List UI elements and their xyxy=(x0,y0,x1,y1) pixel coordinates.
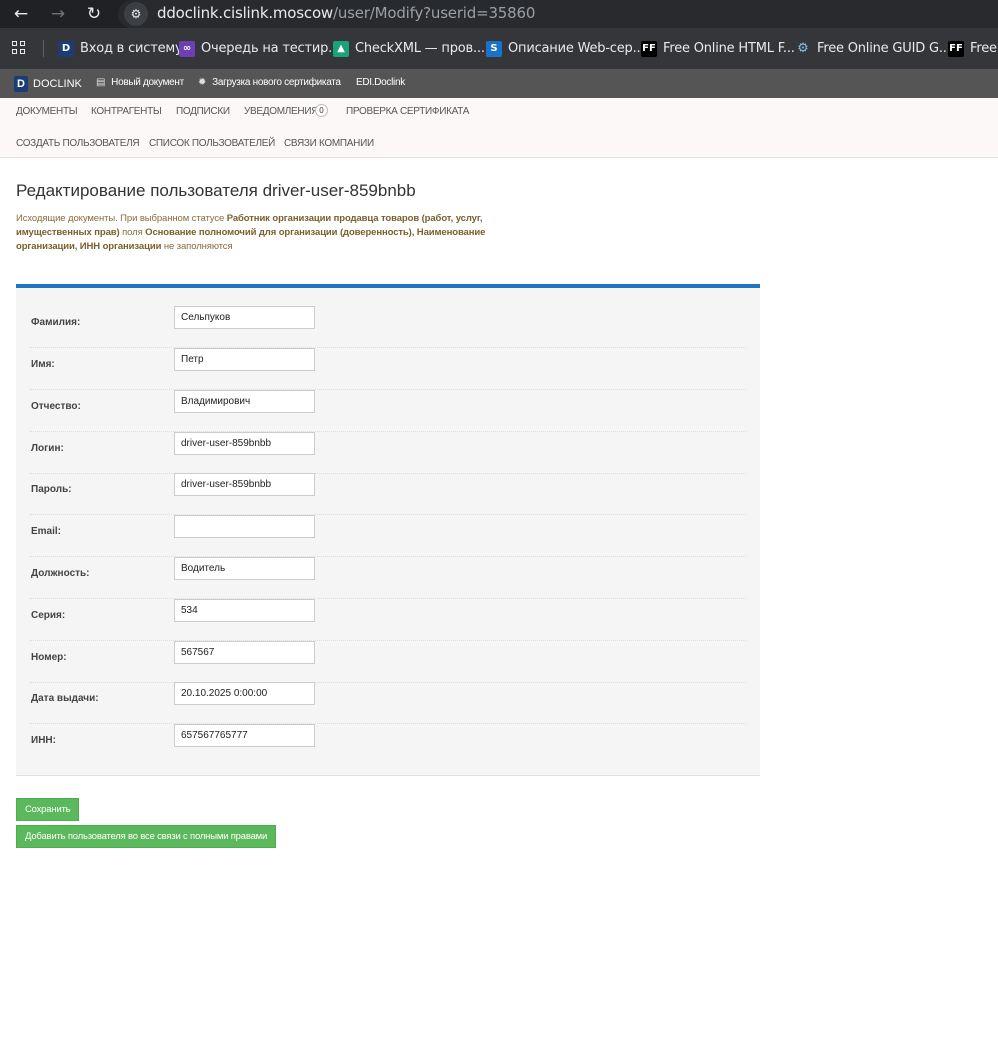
gear-icon: ⚙ xyxy=(797,41,809,56)
menu-item-documents[interactable]: ДОКУМЕНТЫ xyxy=(16,106,78,117)
bookmark-guid-generator[interactable]: ⚙ Free Online GUID G... xyxy=(795,38,951,59)
form-row-patronymic: Отчество: xyxy=(30,390,746,432)
edi-doclink-label: EDI.Doclink xyxy=(356,77,405,88)
firstname-label: Имя: xyxy=(31,359,55,370)
number-input[interactable] xyxy=(174,641,315,664)
patronymic-input[interactable] xyxy=(174,390,315,413)
form-row-lastname: Фамилия: xyxy=(30,306,746,348)
add-to-all-links-button[interactable]: Добавить пользователя во все связи с пол… xyxy=(16,825,277,848)
form-row-issue-date: Дата выдачи: xyxy=(30,682,746,724)
app-navbar: D DOCLINK ▤ Новый документ ✹ Загрузка но… xyxy=(0,69,998,98)
url-text[interactable]: ddoclink.cislink.moscow/user/Modify?user… xyxy=(157,4,535,22)
user-edit-form: Фамилия: Имя: Отчество: Логин: Пароль: E… xyxy=(16,284,760,776)
lastname-input[interactable] xyxy=(174,306,315,329)
save-button[interactable]: Сохранить xyxy=(16,798,80,821)
page-title: Редактирование пользователя driver-user-… xyxy=(16,181,416,200)
bookmark-login[interactable]: D Вход в систему xyxy=(58,38,183,59)
bookmark-html-formatter[interactable]: FF Free Online HTML F... xyxy=(641,38,795,59)
form-row-password: Пароль: xyxy=(30,473,746,515)
bookmark-label: Free Online HTML F... xyxy=(663,41,795,56)
form-row-email: Email: xyxy=(30,515,746,557)
notifications-count-badge: 0 xyxy=(315,104,328,117)
password-input[interactable] xyxy=(174,473,315,496)
doclink-logo-icon: D xyxy=(58,40,74,57)
freeformatter-icon: FF xyxy=(641,40,657,57)
number-label: Номер: xyxy=(31,652,67,663)
menu-item-notifications[interactable]: УВЕДОМЛЕНИЯ xyxy=(244,106,318,117)
series-label: Серия: xyxy=(31,610,66,621)
password-label: Пароль: xyxy=(31,484,72,495)
menu-item-create-user[interactable]: СОЗДАТЬ ПОЛЬЗОВАТЕЛЯ xyxy=(16,138,140,149)
bookmark-label: Вход в систему xyxy=(80,41,183,56)
forward-arrow-icon[interactable]: → xyxy=(47,3,69,25)
form-row-firstname: Имя: xyxy=(30,348,746,390)
lastname-label: Фамилия: xyxy=(31,317,81,328)
url-path: /user/Modify?userid=35860 xyxy=(333,4,536,22)
bookmarks-separator xyxy=(43,40,44,57)
visual-studio-icon: ∞ xyxy=(179,40,195,57)
bookmark-label: CheckXML — пров... xyxy=(355,41,485,56)
outgoing-documents-notice: Исходящие документы. При выбранном стату… xyxy=(16,212,486,254)
doclink-logo-icon: D xyxy=(14,76,28,92)
new-document-label: Новый документ xyxy=(111,77,184,88)
email-input[interactable] xyxy=(174,515,315,538)
bookmark-label: Описание Web-сер... xyxy=(508,41,645,56)
bookmark-label: Free Online GUID G... xyxy=(817,41,951,56)
sharepoint-icon: S xyxy=(486,40,502,57)
login-input[interactable] xyxy=(174,432,315,455)
bookmark-label: Очередь на тестир... xyxy=(201,41,340,56)
url-host: ddoclink.cislink.moscow xyxy=(157,4,333,22)
notice-text: не заполняются xyxy=(161,241,233,252)
upload-certificate-link[interactable]: ✹ Загрузка нового сертификата xyxy=(198,77,341,88)
patronymic-label: Отчество: xyxy=(31,401,81,412)
reload-icon[interactable]: ↻ xyxy=(83,3,105,25)
brand-name: DOCLINK xyxy=(33,78,82,90)
inn-input[interactable] xyxy=(174,724,315,747)
inn-label: ИНН: xyxy=(31,735,56,746)
bookmark-checkxml[interactable]: ▲ CheckXML — пров... xyxy=(333,38,485,59)
bookmark-web-service[interactable]: S Описание Web-сер... xyxy=(486,38,645,59)
bookmark-free[interactable]: FF Free xyxy=(948,38,997,59)
position-input[interactable] xyxy=(174,557,315,580)
login-label: Логин: xyxy=(31,443,64,454)
brand-link[interactable]: D DOCLINK xyxy=(14,76,82,92)
form-row-number: Номер: xyxy=(30,641,746,683)
back-arrow-icon[interactable]: ← xyxy=(10,3,32,25)
form-row-inn: ИНН: xyxy=(30,724,746,766)
notice-text: поля xyxy=(119,227,146,238)
new-document-link[interactable]: ▤ Новый документ xyxy=(96,77,184,88)
form-row-series: Серия: xyxy=(30,599,746,641)
position-label: Должность: xyxy=(31,568,90,579)
menu-item-check-certificate[interactable]: ПРОВЕРКА СЕРТИФИКАТА xyxy=(346,106,469,117)
form-row-login: Логин: xyxy=(30,432,746,474)
email-label: Email: xyxy=(31,526,62,537)
issue-date-label: Дата выдачи: xyxy=(31,693,99,704)
issue-date-input[interactable] xyxy=(174,682,315,705)
apps-grid-icon[interactable] xyxy=(12,41,26,55)
bookmark-label: Free xyxy=(970,41,997,56)
series-input[interactable] xyxy=(174,599,315,622)
upload-certificate-label: Загрузка нового сертификата xyxy=(212,77,341,88)
checkxml-icon: ▲ xyxy=(333,40,349,57)
firstname-input[interactable] xyxy=(174,348,315,371)
main-menu: ДОКУМЕНТЫ КОНТРАГЕНТЫ ПОДПИСКИ УВЕДОМЛЕН… xyxy=(0,98,998,158)
form-row-position: Должность: xyxy=(30,557,746,599)
certificate-icon: ✹ xyxy=(198,77,207,88)
menu-item-subscriptions[interactable]: ПОДПИСКИ xyxy=(176,106,230,117)
freeformatter-icon: FF xyxy=(948,40,964,57)
site-info-icon[interactable]: ⚙ xyxy=(124,2,148,26)
menu-item-contractors[interactable]: КОНТРАГЕНТЫ xyxy=(91,106,162,117)
edi-doclink-link[interactable]: EDI.Doclink xyxy=(356,77,405,88)
browser-toolbar: ← → ↻ ⚙ ddoclink.cislink.moscow/user/Mod… xyxy=(0,0,998,28)
bookmarks-bar: D Вход в систему ∞ Очередь на тестир... … xyxy=(0,28,998,69)
menu-item-user-list[interactable]: СПИСОК ПОЛЬЗОВАТЕЛЕЙ xyxy=(149,138,275,149)
bookmark-test-queue[interactable]: ∞ Очередь на тестир... xyxy=(179,38,340,59)
menu-item-company-links[interactable]: СВЯЗИ КОМПАНИИ xyxy=(284,138,374,149)
notice-text: Исходящие документы. При выбранном стату… xyxy=(16,213,227,224)
document-icon: ▤ xyxy=(96,77,106,88)
